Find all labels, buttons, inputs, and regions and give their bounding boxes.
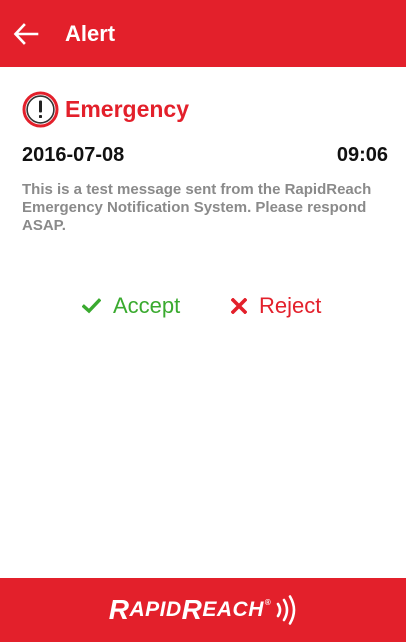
alert-time: 09:06 <box>336 144 388 166</box>
app-bar: Alert <box>0 0 406 67</box>
back-button[interactable] <box>2 10 50 58</box>
page-title: Alert <box>65 20 116 46</box>
x-icon <box>231 298 247 314</box>
rapidreach-logo: R APID R EACH ® <box>109 594 298 626</box>
arrow-left-icon <box>13 22 39 45</box>
footer-bar: R APID R EACH ® <box>0 578 406 642</box>
exclamation-circle-icon <box>22 91 59 127</box>
alert-date: 2016-07-08 <box>22 144 125 166</box>
response-actions: Accept Reject <box>0 290 406 322</box>
signal-waves-icon <box>276 595 296 625</box>
accept-button[interactable]: Accept <box>82 290 180 322</box>
alert-meta-row: 2016-07-08 09:06 <box>22 144 388 167</box>
alert-screen: Alert Emergency 2016-07-08 09:06 This is… <box>0 0 406 642</box>
reject-button[interactable]: Reject <box>231 290 321 322</box>
alert-content: Emergency 2016-07-08 09:06 This is a tes… <box>22 67 388 235</box>
alert-type-label: Emergency <box>65 95 190 122</box>
alert-message: This is a test message sent from the Rap… <box>22 181 372 234</box>
reject-label: Reject <box>259 293 322 318</box>
checkmark-icon <box>82 298 101 314</box>
alert-header: Emergency <box>22 90 388 128</box>
accept-label: Accept <box>113 293 181 318</box>
